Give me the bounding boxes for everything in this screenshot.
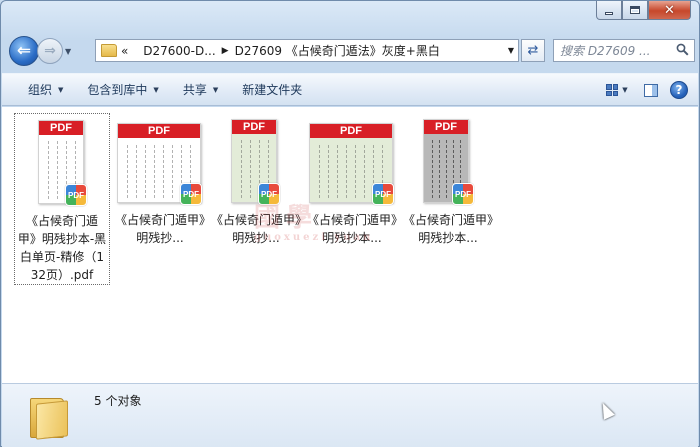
chevron-down-icon[interactable]: ▼ xyxy=(622,86,627,94)
share-menu[interactable]: 共享 ▼ xyxy=(171,78,230,102)
explorer-window: ✕ ⇐ ⇒ ▼ « D27600-D... ▶ D27609 《占候奇门遁法》灰… xyxy=(0,0,700,447)
file-name: 《占候奇门遁甲》明残抄本... xyxy=(306,213,397,245)
file-name: 《占候奇门遁甲》明残抄... xyxy=(210,213,301,245)
file-item[interactable]: PDF PDF 《占候奇门遁甲》明残抄... xyxy=(208,113,304,285)
close-button[interactable]: ✕ xyxy=(648,1,691,20)
file-item[interactable]: PDF PDF 《占候奇门遁甲》明残抄本-黑白单页-精修（132页）.pdf xyxy=(14,113,110,285)
breadcrumb-separator-icon[interactable]: ▶ xyxy=(222,46,229,56)
folder-icon xyxy=(101,44,117,57)
pdf-app-icon: PDF xyxy=(65,184,87,206)
chevron-down-icon: ▼ xyxy=(58,85,64,94)
details-pane: 5 个对象 xyxy=(2,383,698,447)
view-grid-icon xyxy=(606,84,619,96)
object-count: 5 个对象 xyxy=(94,394,142,408)
pdf-label: PDF xyxy=(310,124,392,138)
pdf-label: PDF xyxy=(232,120,276,134)
maximize-icon xyxy=(630,6,640,14)
view-controls: ▼ ? xyxy=(602,79,688,101)
recent-pages-dropdown-icon[interactable]: ▼ xyxy=(65,47,77,56)
include-in-library-menu[interactable]: 包含到库中 ▼ xyxy=(75,78,170,102)
file-item[interactable]: PDF PDF 《占候奇门遁甲》明残抄本... xyxy=(400,113,496,285)
help-button[interactable]: ? xyxy=(670,81,688,99)
breadcrumb-item-parent[interactable]: D27600-D... xyxy=(143,44,215,58)
organize-label: 组织 xyxy=(28,83,53,97)
folder-icon xyxy=(30,392,70,440)
navigation-bar: ⇐ ⇒ ▼ « D27600-D... ▶ D27609 《占候奇门遁法》灰度+… xyxy=(9,35,695,67)
include-library-label: 包含到库中 xyxy=(87,83,148,97)
search-input[interactable]: 搜索 D27609 ... xyxy=(553,39,695,62)
pdf-label: PDF xyxy=(39,121,83,135)
mouse-cursor-icon xyxy=(597,400,615,420)
chevron-down-icon: ▼ xyxy=(212,85,219,94)
file-item[interactable]: PDF PDF 《占候奇门遁甲》明残抄本... xyxy=(304,113,400,285)
file-list[interactable]: PDF PDF 《占候奇门遁甲》明残抄本-黑白单页-精修（132页）.pdf P… xyxy=(2,107,698,383)
search-placeholder: 搜索 D27609 ... xyxy=(560,44,651,58)
file-name: 《占候奇门遁甲》明残抄... xyxy=(114,213,205,245)
refresh-icon: ⇄ xyxy=(527,43,539,58)
new-folder-button[interactable]: 新建文件夹 xyxy=(230,78,314,102)
forward-arrow-icon: ⇒ xyxy=(44,43,56,59)
caption-buttons: ✕ xyxy=(596,1,691,20)
file-name: 《占候奇门遁甲》明残抄本-黑白单页-精修（132页）.pdf xyxy=(17,214,107,282)
preview-pane-icon xyxy=(644,83,658,97)
search-icon[interactable] xyxy=(676,43,689,56)
breadcrumb-separator-icon xyxy=(134,46,137,56)
refresh-button[interactable]: ⇄ xyxy=(521,39,545,62)
new-folder-label: 新建文件夹 xyxy=(242,83,303,97)
forward-button[interactable]: ⇒ xyxy=(37,38,63,64)
breadcrumb-item-current[interactable]: D27609 《占候奇门遁法》灰度+黑白 xyxy=(235,42,440,59)
breadcrumb-overflow[interactable]: « xyxy=(121,44,128,58)
chevron-down-icon: ▼ xyxy=(153,85,159,94)
maximize-button[interactable] xyxy=(622,1,648,20)
close-icon: ✕ xyxy=(664,2,675,18)
file-name: 《占候奇门遁甲》明残抄本... xyxy=(402,213,493,245)
organize-menu[interactable]: 组织 ▼ xyxy=(16,78,75,102)
pdf-label: PDF xyxy=(424,120,468,134)
command-bar: 组织 ▼ 包含到库中 ▼ 共享 ▼ 新建文件夹 ▼ ? xyxy=(2,73,698,106)
pdf-app-icon: PDF xyxy=(372,183,394,205)
minimize-button[interactable] xyxy=(596,1,622,20)
pdf-app-icon: PDF xyxy=(452,183,474,205)
change-view-button[interactable]: ▼ xyxy=(602,79,632,101)
address-dropdown-icon[interactable]: ▼ xyxy=(508,46,514,55)
help-icon: ? xyxy=(675,83,683,97)
pdf-label: PDF xyxy=(118,124,200,138)
file-item[interactable]: PDF PDF 《占候奇门遁甲》明残抄... xyxy=(112,113,208,285)
minimize-icon xyxy=(605,11,613,15)
share-label: 共享 xyxy=(182,83,207,97)
back-button[interactable]: ⇐ xyxy=(9,36,39,66)
pdf-app-icon: PDF xyxy=(258,183,280,205)
pdf-app-icon: PDF xyxy=(180,183,202,205)
preview-pane-button[interactable] xyxy=(638,79,664,101)
address-bar[interactable]: « D27600-D... ▶ D27609 《占候奇门遁法》灰度+黑白 ▼ xyxy=(95,39,519,62)
back-arrow-icon: ⇐ xyxy=(16,41,32,61)
